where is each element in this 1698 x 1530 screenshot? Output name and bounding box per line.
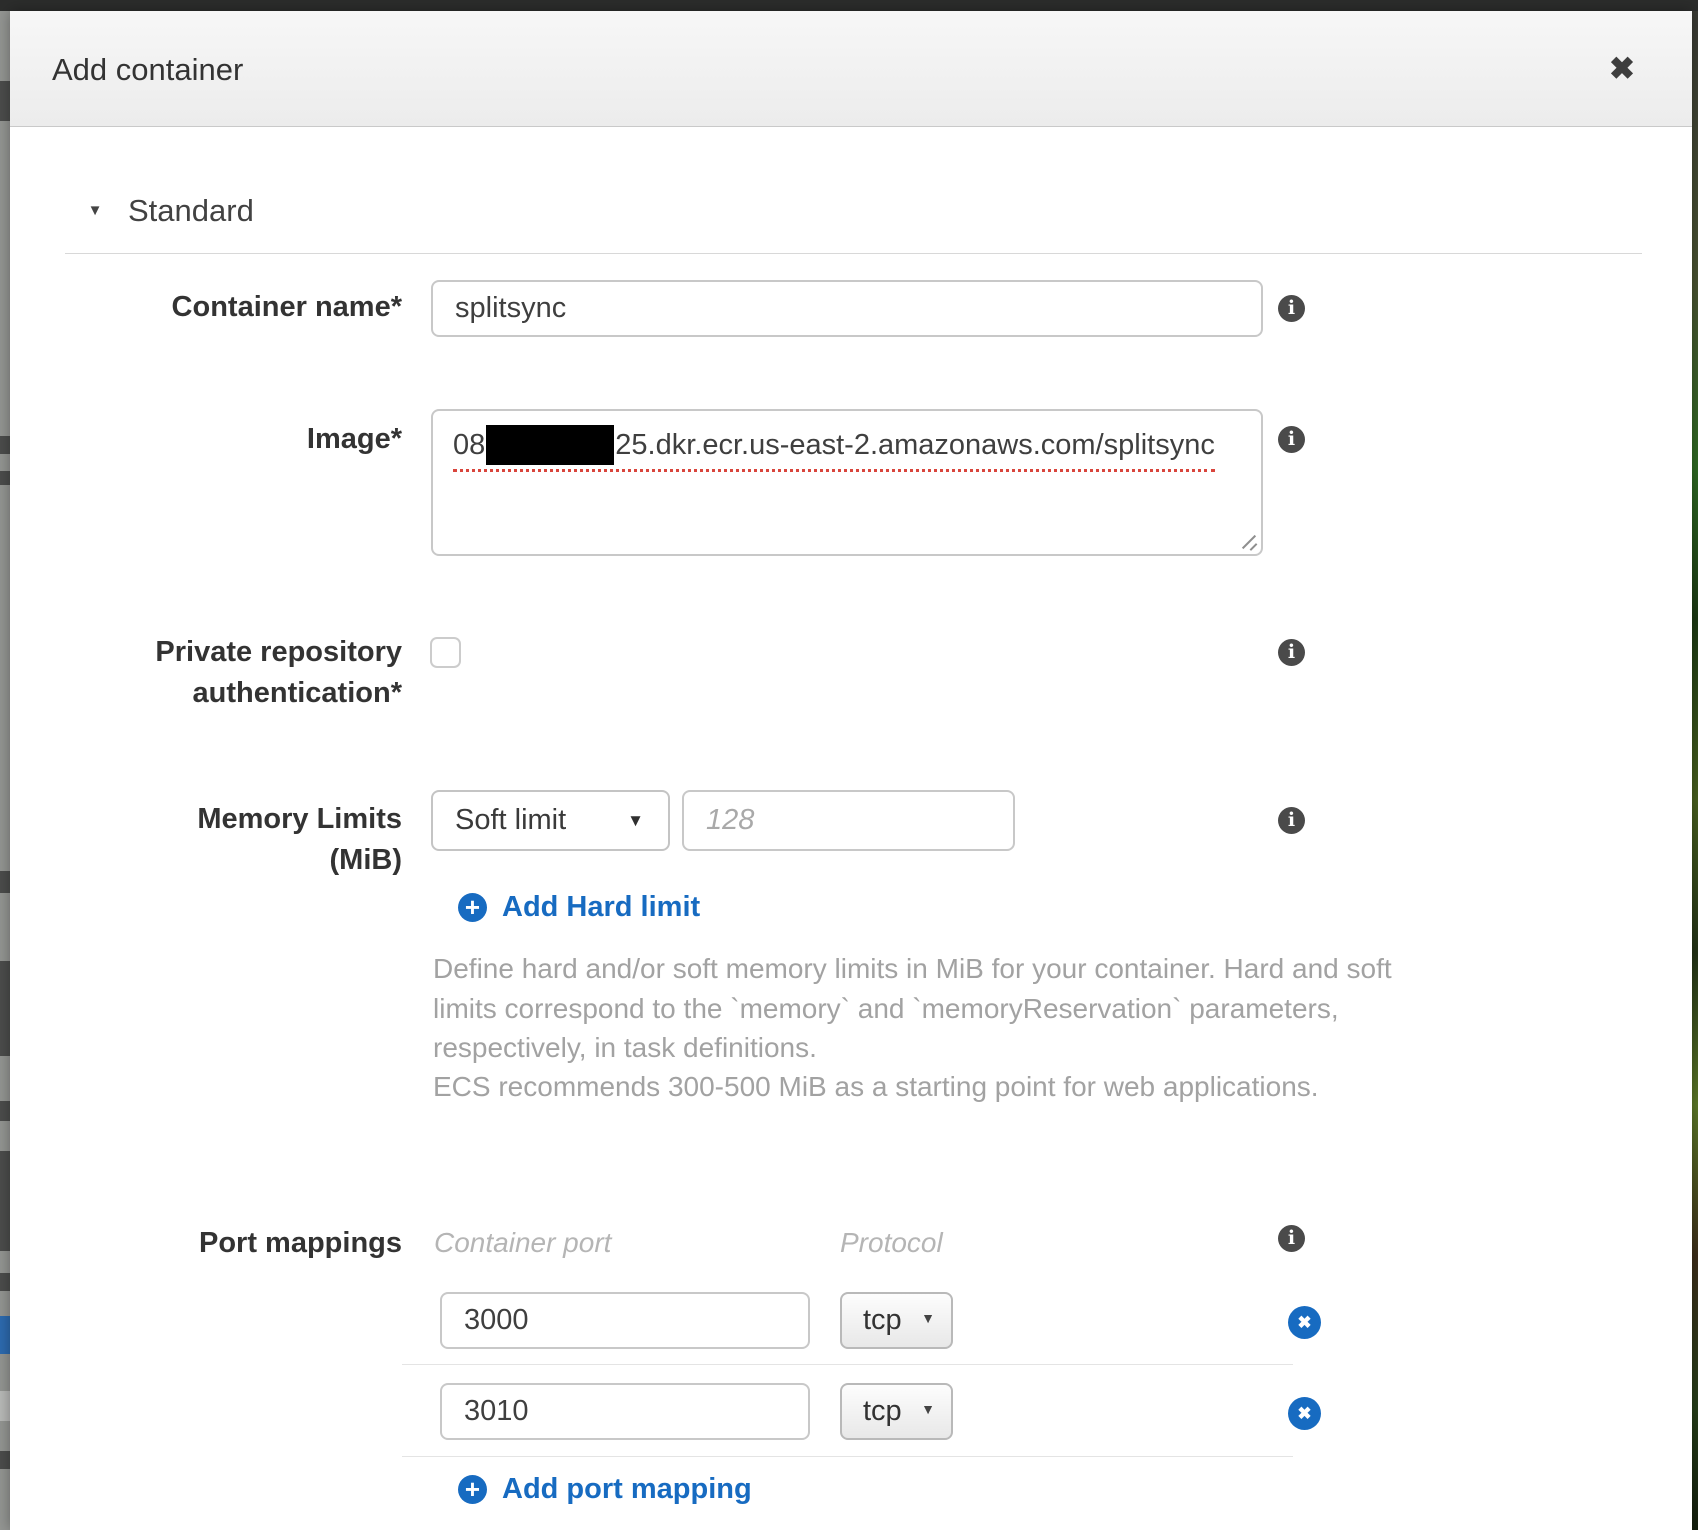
background-fragment bbox=[0, 871, 10, 893]
private-repo-auth-checkbox[interactable] bbox=[430, 637, 461, 668]
container-name-label: Container name* bbox=[55, 287, 402, 328]
background-fragment bbox=[0, 1391, 10, 1421]
add-hard-limit-label: Add Hard limit bbox=[502, 887, 700, 927]
close-icon[interactable]: ✖ bbox=[1600, 47, 1644, 91]
redaction-box bbox=[486, 425, 614, 465]
memory-limits-label: Memory Limits (MiB) bbox=[55, 799, 402, 881]
memory-limit-type-value: Soft limit bbox=[455, 792, 566, 849]
memory-limit-value-input[interactable] bbox=[682, 790, 1015, 851]
add-port-mapping-label: Add port mapping bbox=[502, 1469, 752, 1509]
background-fragment bbox=[0, 1101, 10, 1121]
resize-grip-line bbox=[1250, 543, 1258, 551]
background-fragment bbox=[0, 1151, 10, 1251]
section-divider bbox=[65, 253, 1642, 254]
background-fragment bbox=[0, 436, 10, 454]
image-value-suffix: 25.dkr.ecr.us-east-2.amazonaws.com/split… bbox=[615, 429, 1215, 461]
image-value: 08 25.dkr.ecr.us-east-2.amazonaws.com/spl… bbox=[453, 425, 1215, 472]
delete-port-mapping-icon[interactable]: ✖ bbox=[1288, 1397, 1321, 1430]
info-icon[interactable]: i bbox=[1278, 295, 1305, 322]
resize-handle[interactable] bbox=[1238, 531, 1258, 551]
port-mappings-label: Port mappings bbox=[55, 1223, 402, 1264]
desktop-wallpaper-sliver bbox=[1692, 11, 1698, 1530]
info-icon[interactable]: i bbox=[1278, 639, 1305, 666]
background-fragment bbox=[0, 961, 10, 1056]
memory-help-text: respectively, in task definitions. bbox=[433, 1028, 817, 1068]
container-port-input[interactable] bbox=[440, 1383, 810, 1440]
container-name-input[interactable] bbox=[431, 280, 1263, 337]
row-divider bbox=[402, 1456, 1293, 1457]
background-fragment bbox=[0, 1451, 10, 1469]
background-fragment bbox=[0, 1316, 10, 1354]
add-hard-limit-link[interactable]: + Add Hard limit bbox=[458, 887, 718, 927]
protocol-select[interactable]: tcp ▼ bbox=[840, 1383, 953, 1440]
image-label: Image* bbox=[55, 419, 402, 460]
chevron-down-icon: ▼ bbox=[921, 1292, 935, 1345]
section-collapse-caret-icon[interactable]: ▼ bbox=[82, 195, 108, 227]
background-fragment bbox=[0, 471, 10, 485]
protocol-column-header: Protocol bbox=[840, 1223, 943, 1263]
memory-help-text: ECS recommends 300-500 MiB as a starting… bbox=[433, 1067, 1319, 1107]
plus-circle-icon: + bbox=[458, 893, 487, 922]
chevron-down-icon: ▼ bbox=[627, 792, 644, 849]
protocol-select[interactable]: tcp ▼ bbox=[840, 1292, 953, 1349]
background-fragment bbox=[0, 1273, 10, 1291]
container-port-column-header: Container port bbox=[434, 1223, 611, 1263]
browser-top-bar bbox=[0, 0, 1698, 11]
image-value-prefix: 08 bbox=[453, 429, 485, 461]
chevron-down-icon: ▼ bbox=[921, 1383, 935, 1436]
info-icon[interactable]: i bbox=[1278, 426, 1305, 453]
plus-circle-icon: + bbox=[458, 1475, 487, 1504]
memory-help-text: limits correspond to the `memory` and `m… bbox=[433, 989, 1339, 1029]
memory-limit-type-select[interactable]: Soft limit ▼ bbox=[431, 790, 670, 851]
image-textarea[interactable]: 08 25.dkr.ecr.us-east-2.amazonaws.com/spl… bbox=[431, 409, 1263, 556]
info-icon[interactable]: i bbox=[1278, 807, 1305, 834]
info-icon[interactable]: i bbox=[1278, 1225, 1305, 1252]
protocol-value: tcp bbox=[863, 1385, 902, 1438]
private-repo-auth-label: Private repository authentication* bbox=[55, 632, 402, 714]
add-port-mapping-link[interactable]: + Add port mapping bbox=[458, 1469, 758, 1509]
container-port-input[interactable] bbox=[440, 1292, 810, 1349]
add-container-modal: Add container ✖ ▼ Standard Container nam… bbox=[10, 11, 1692, 1530]
delete-port-mapping-icon[interactable]: ✖ bbox=[1288, 1306, 1321, 1339]
background-fragment bbox=[0, 81, 10, 121]
protocol-value: tcp bbox=[863, 1294, 902, 1347]
section-title[interactable]: Standard bbox=[128, 191, 254, 231]
background-page-strip bbox=[0, 11, 10, 1530]
modal-title: Add container bbox=[52, 49, 243, 91]
memory-help-text: Define hard and/or soft memory limits in… bbox=[433, 949, 1392, 989]
row-divider bbox=[402, 1364, 1293, 1365]
modal-header: Add container ✖ bbox=[10, 11, 1692, 127]
